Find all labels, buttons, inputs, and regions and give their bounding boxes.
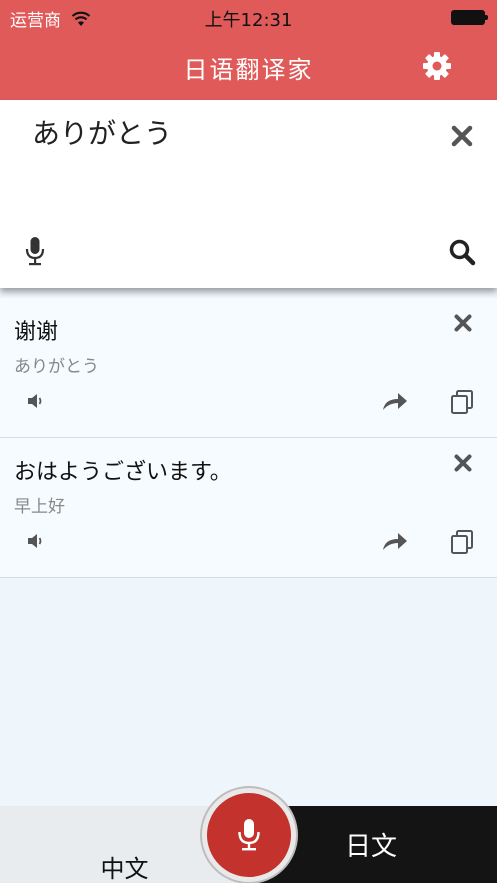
mic-icon	[238, 819, 260, 851]
history-list: 谢谢 ありがとう おはようございます。 早上好	[0, 298, 497, 578]
copy-button[interactable]	[448, 528, 476, 556]
translation-text: おはようございます。	[14, 460, 232, 485]
input-text[interactable]: ありがとう	[32, 112, 172, 152]
speaker-icon	[28, 534, 42, 548]
source-text: 早上好	[14, 497, 65, 517]
copy-button[interactable]	[448, 388, 476, 416]
list-item: おはようございます。 早上好	[0, 438, 497, 578]
translation-text: 谢谢	[14, 320, 59, 345]
list-item: 谢谢 ありがとう	[0, 298, 497, 438]
status-time: 上午12:31	[204, 10, 293, 31]
status-bar: 运营商 上午12:31	[0, 0, 497, 34]
input-panel: ありがとう	[0, 100, 497, 288]
share-button[interactable]	[380, 528, 410, 554]
target-language-label: 日文	[345, 832, 398, 862]
source-language-label: 中文	[100, 855, 149, 883]
share-icon	[383, 393, 407, 410]
close-icon	[454, 454, 472, 472]
voice-input-button[interactable]	[20, 234, 50, 268]
copy-icon	[451, 530, 473, 554]
mic-icon	[25, 237, 45, 266]
share-button[interactable]	[380, 388, 410, 414]
close-icon	[454, 314, 472, 332]
delete-item-button[interactable]	[450, 450, 476, 476]
search-button[interactable]	[446, 236, 478, 268]
share-icon	[383, 533, 407, 550]
speaker-icon	[28, 394, 42, 408]
close-icon	[451, 125, 473, 147]
app-header: 运营商 上午12:31 日语翻译家	[0, 0, 497, 100]
source-text: ありがとう	[14, 357, 99, 377]
play-audio-button[interactable]	[24, 530, 48, 552]
play-audio-button[interactable]	[24, 390, 48, 412]
record-voice-button[interactable]	[202, 788, 296, 882]
copy-icon	[451, 390, 473, 414]
search-icon	[449, 239, 476, 266]
gear-icon[interactable]	[421, 50, 453, 82]
battery-icon	[451, 10, 488, 25]
delete-item-button[interactable]	[450, 310, 476, 336]
clear-input-button[interactable]	[446, 120, 478, 152]
